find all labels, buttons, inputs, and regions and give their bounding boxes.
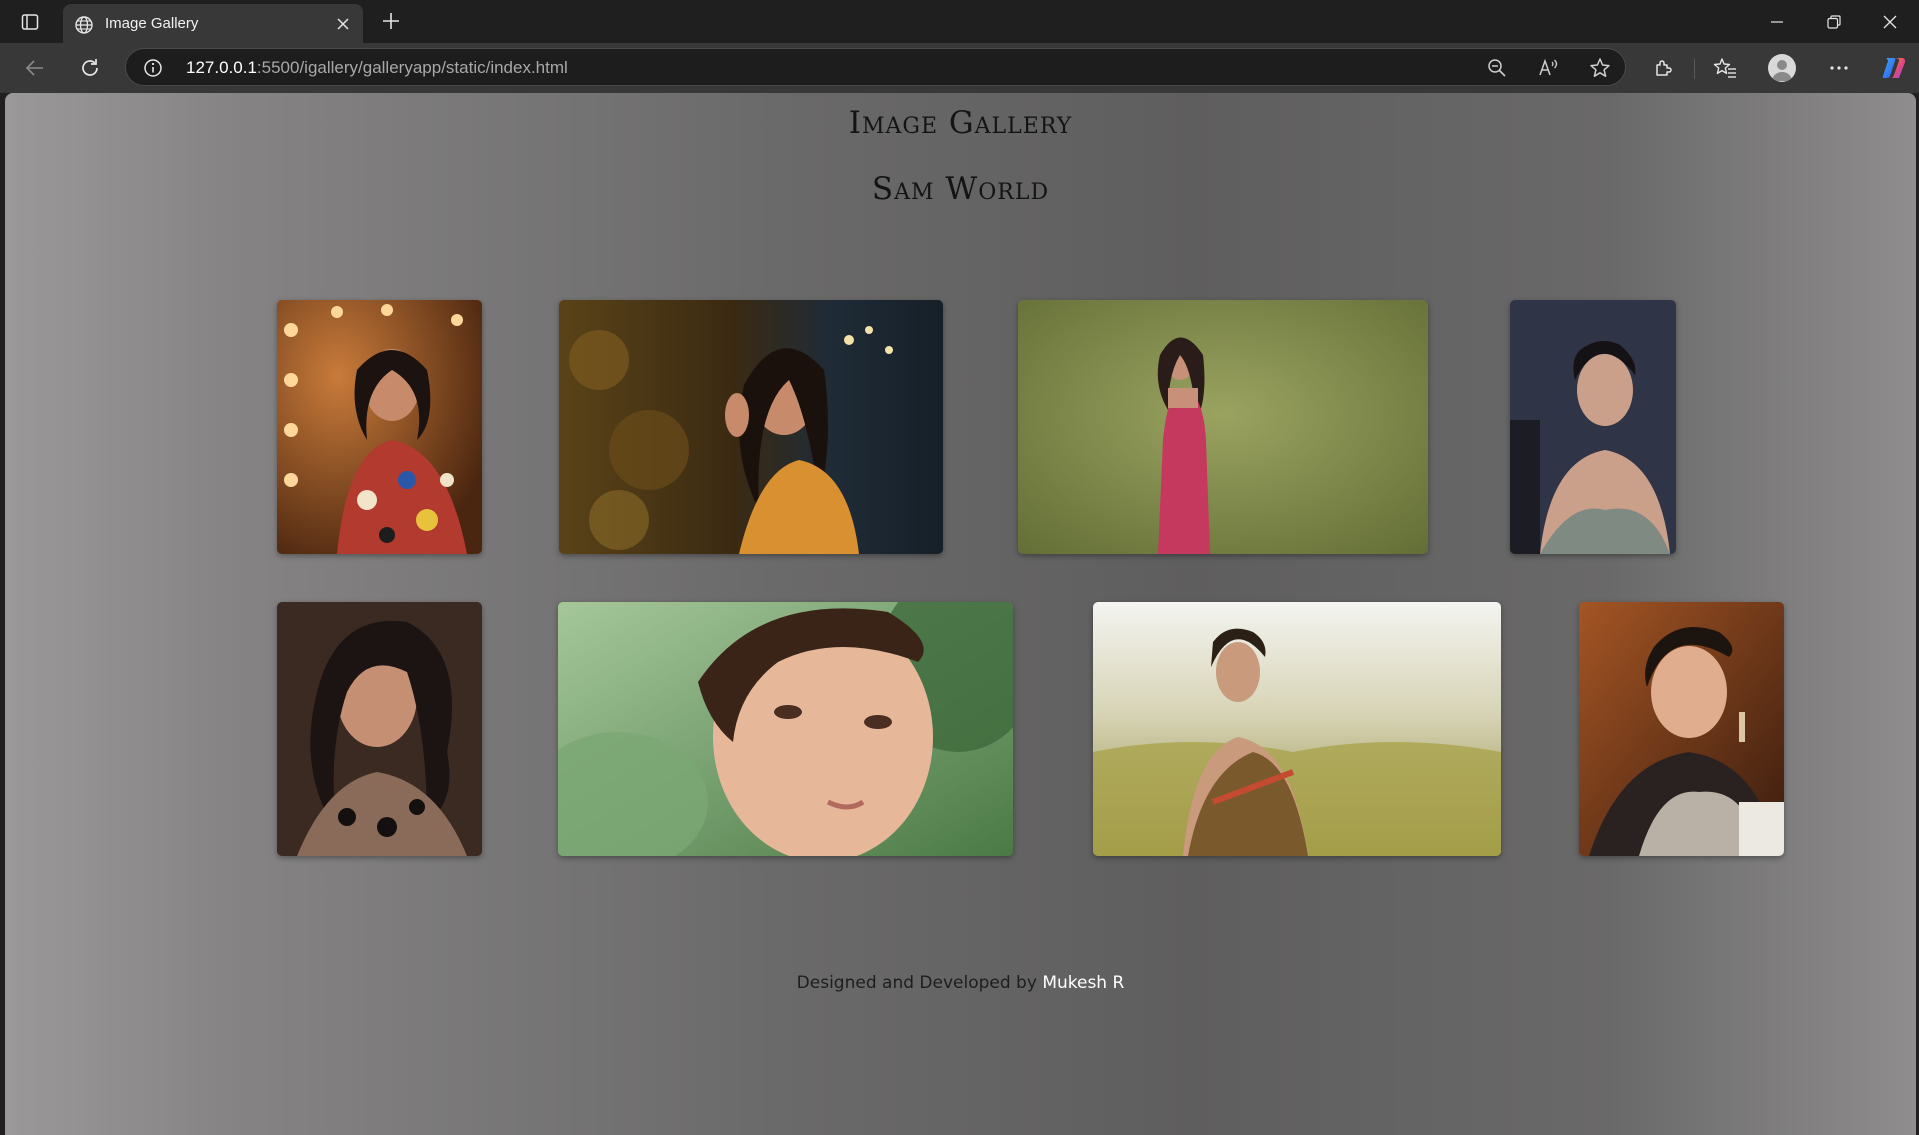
gallery-photo-6[interactable] bbox=[558, 602, 1013, 856]
url-text[interactable]: 127.0.0.1:5500/igallery/galleryapp/stati… bbox=[186, 57, 568, 79]
browser-tab[interactable]: Image Gallery bbox=[63, 4, 363, 43]
url-host: 127.0.0.1 bbox=[186, 58, 257, 77]
gallery-photo-3[interactable] bbox=[1018, 300, 1428, 554]
footer-credit-text: Designed and Developed by bbox=[796, 973, 1043, 993]
window-close-icon[interactable] bbox=[1861, 0, 1919, 43]
favorites-icon[interactable] bbox=[1707, 50, 1743, 86]
browser-window: Image Gallery 127.0.0.1:5500/igallery/ga… bbox=[0, 0, 1919, 1135]
close-icon[interactable] bbox=[331, 12, 355, 36]
tab-strip: Image Gallery bbox=[0, 0, 1919, 43]
read-aloud-icon[interactable] bbox=[1536, 55, 1562, 81]
browser-toolbar: 127.0.0.1:5500/igallery/galleryapp/stati… bbox=[0, 43, 1919, 93]
page-viewport: Image Gallery Sam World Designed and Dev… bbox=[5, 93, 1916, 1135]
gallery-photo-1[interactable] bbox=[277, 300, 482, 554]
reload-icon[interactable] bbox=[72, 50, 108, 86]
page-subtitle: Sam World bbox=[871, 171, 1050, 207]
page-title: Image Gallery bbox=[848, 105, 1073, 141]
plus-icon[interactable] bbox=[376, 6, 406, 36]
back-arrow-icon[interactable] bbox=[17, 50, 53, 86]
gallery-photo-5[interactable] bbox=[277, 602, 482, 856]
gallery-photo-7[interactable] bbox=[1093, 602, 1501, 856]
gallery-photo-2[interactable] bbox=[559, 300, 943, 554]
gallery-photo-4[interactable] bbox=[1510, 300, 1676, 554]
more-icon[interactable] bbox=[1821, 50, 1857, 86]
url-path: :5500/igallery/galleryapp/static/index.h… bbox=[256, 58, 568, 77]
copilot-icon[interactable] bbox=[1880, 54, 1908, 82]
toolbar-separator bbox=[1694, 59, 1695, 79]
extensions-icon[interactable] bbox=[1646, 50, 1682, 86]
address-bar[interactable]: 127.0.0.1:5500/igallery/galleryapp/stati… bbox=[125, 48, 1626, 86]
tab-actions-icon[interactable] bbox=[14, 8, 46, 36]
footer-author: Mukesh R bbox=[1042, 973, 1125, 993]
tab-title: Image Gallery bbox=[105, 15, 199, 32]
gallery-photo-8[interactable] bbox=[1579, 602, 1784, 856]
info-icon[interactable] bbox=[142, 57, 164, 79]
page-footer: Designed and Developed by Mukesh R bbox=[5, 973, 1916, 993]
profile-icon[interactable] bbox=[1768, 54, 1796, 82]
minimize-icon[interactable] bbox=[1748, 0, 1806, 43]
globe-icon bbox=[73, 14, 95, 36]
star-icon[interactable] bbox=[1587, 55, 1613, 81]
zoom-out-icon[interactable] bbox=[1484, 55, 1510, 81]
restore-icon[interactable] bbox=[1805, 0, 1863, 43]
